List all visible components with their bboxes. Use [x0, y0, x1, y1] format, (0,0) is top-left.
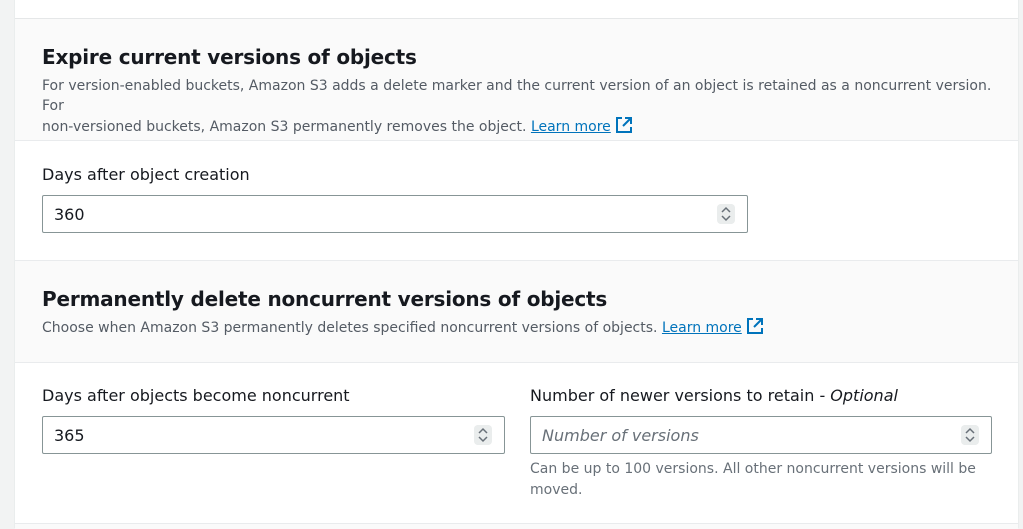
section-bottom-divider	[15, 523, 1018, 529]
newer-versions-hint: Can be up to 100 versions. All other non…	[530, 461, 976, 498]
permanent-desc-text: Choose when Amazon S3 permanently delete…	[42, 320, 658, 336]
expire-current-header: Expire current versions of objects For v…	[15, 19, 1018, 141]
permanent-delete-description: Choose when Amazon S3 permanently delete…	[42, 317, 992, 338]
expire-current-title: Expire current versions of objects	[42, 45, 417, 69]
newer-versions-label-text: Number of newer versions to retain -	[530, 386, 831, 405]
number-spinner-icon[interactable]	[961, 425, 979, 445]
panel-top-divider	[15, 0, 1018, 19]
lifecycle-rule-page: Expire current versions of objects For v…	[0, 0, 1023, 529]
permanent-delete-title: Permanently delete noncurrent versions o…	[42, 287, 608, 311]
number-spinner-icon[interactable]	[717, 204, 735, 224]
expire-current-description: For version-enabled buckets, Amazon S3 a…	[42, 76, 992, 137]
days-after-noncurrent-value: 365	[54, 426, 85, 445]
days-after-noncurrent-input[interactable]: 365	[42, 416, 505, 454]
external-link-icon[interactable]	[615, 116, 633, 134]
expire-desc-line2: non-versioned buckets, Amazon S3 permane…	[42, 119, 527, 135]
number-spinner-icon[interactable]	[474, 425, 492, 445]
newer-versions-placeholder: Number of versions	[542, 426, 699, 445]
newer-versions-label: Number of newer versions to retain - Opt…	[530, 386, 898, 405]
lifecycle-actions-panel: Expire current versions of objects For v…	[14, 0, 1019, 529]
expire-learn-more-link[interactable]: Learn more	[531, 119, 611, 135]
external-link-icon[interactable]	[746, 317, 764, 335]
expire-desc-line1: For version-enabled buckets, Amazon S3 a…	[42, 78, 992, 114]
days-after-creation-label: Days after object creation	[42, 165, 250, 184]
expire-learn-more-text: Learn more	[530, 119, 611, 135]
newer-versions-input[interactable]: Number of versions	[530, 416, 992, 454]
days-after-creation-input[interactable]: 360	[42, 195, 748, 233]
permanent-learn-more-link[interactable]: Learn more	[662, 320, 742, 336]
days-after-noncurrent-label: Days after objects become noncurrent	[42, 386, 350, 405]
permanent-delete-header: Permanently delete noncurrent versions o…	[15, 260, 1018, 363]
days-after-creation-value: 360	[54, 205, 85, 224]
optional-tag: Optional	[830, 386, 898, 405]
permanent-learn-more-text: Learn more	[661, 320, 742, 336]
